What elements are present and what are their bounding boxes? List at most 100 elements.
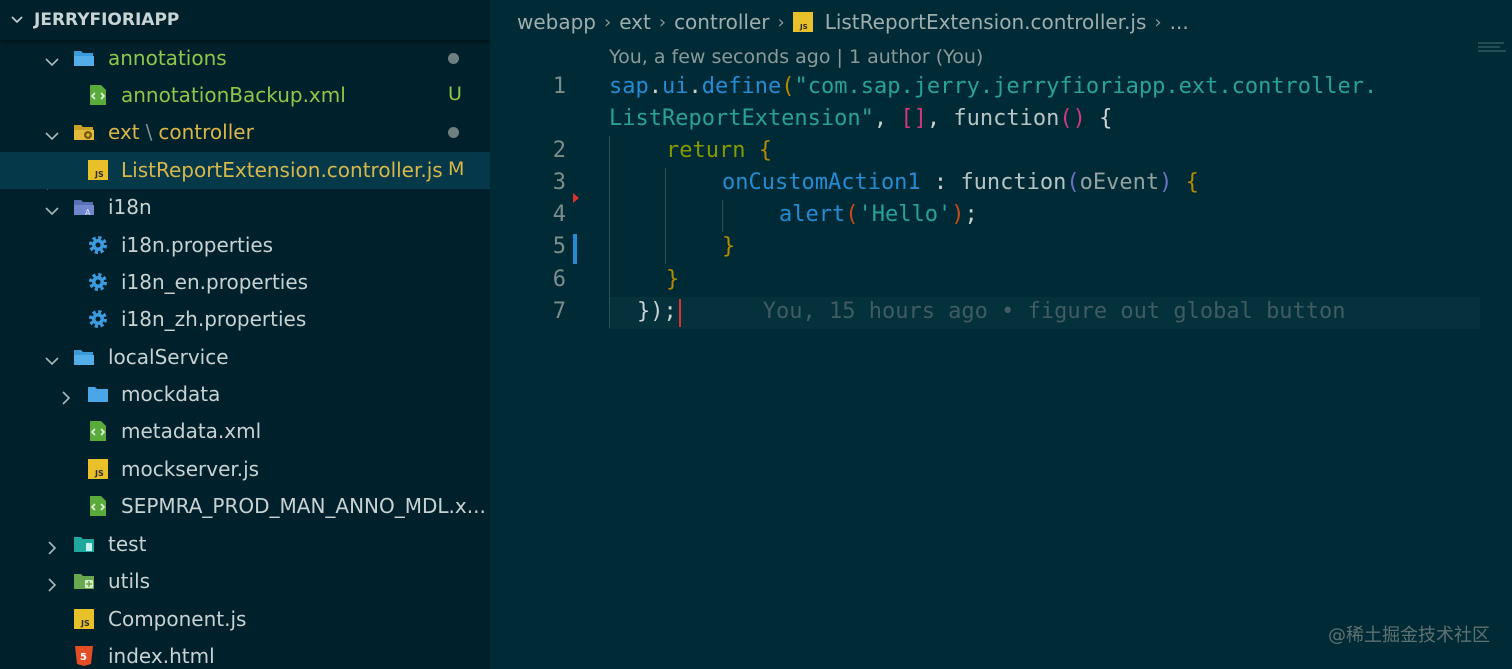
chevron-down-icon[interactable]: [10, 13, 24, 27]
breadcrumb-item[interactable]: controller: [674, 10, 769, 34]
chevron-right-icon[interactable]: [44, 537, 60, 555]
code-token: ): [951, 202, 965, 227]
tree-item-sepmra-xml[interactable]: SEPMRA_PROD_MAN_ANNO_MDL.x...: [0, 488, 490, 525]
tree-item-mockdata[interactable]: mockdata: [0, 376, 490, 413]
code-line-1b[interactable]: ListReportExtension", [], function() {: [609, 106, 1112, 131]
code-token: define: [701, 74, 782, 99]
line-number: 3: [552, 170, 566, 195]
explorer-header[interactable]: JERRYFIORIAPP: [0, 0, 490, 40]
folder-open-icon: [73, 346, 95, 368]
tree-item-i18n-zh-properties[interactable]: i18n_zh.properties: [0, 301, 490, 338]
code-line-4[interactable]: alert('Hello');: [609, 202, 978, 227]
breadcrumb-item[interactable]: webapp: [517, 10, 596, 34]
xml-file-icon: [87, 420, 109, 442]
tree-item-label: Component.js: [108, 607, 247, 631]
js-file-icon: JS: [87, 458, 109, 480]
svg-text:5: 5: [80, 652, 87, 663]
tree-item-label: i18n_en.properties: [121, 270, 309, 294]
tree-item-label: i18n: [108, 195, 152, 219]
gear-icon: [87, 271, 109, 293]
tree-item-utils[interactable]: utils: [0, 563, 490, 600]
breadcrumb-item[interactable]: ListReportExtension.controller.js: [825, 10, 1147, 34]
tree-item-component-js[interactable]: JS Component.js: [0, 601, 490, 638]
chevron-right-icon: ›: [777, 11, 785, 33]
tree-item-i18n[interactable]: A i18n: [0, 189, 490, 226]
line-number: 7: [552, 299, 566, 324]
minimap[interactable]: [1478, 38, 1508, 52]
folder-segment-ext: ext: [108, 120, 140, 144]
codelens-blame[interactable]: You, a few seconds ago | 1 author (You): [609, 46, 983, 68]
code-editor[interactable]: webapp › ext › controller › JS ListRepor…: [490, 0, 1512, 669]
code-token: function: [953, 106, 1060, 131]
js-file-icon: JS: [792, 12, 813, 32]
git-status-badge: U: [448, 83, 462, 105]
chevron-down-icon[interactable]: [44, 51, 60, 67]
code-line-1a[interactable]: sap.ui.define("com.sap.jerry.jerryfioria…: [609, 74, 1377, 99]
watermark: @稀土掘金技术社区: [1328, 625, 1490, 646]
line-number: 1: [552, 74, 566, 99]
tree-item-ext-controller[interactable]: ext \ controller: [0, 114, 490, 151]
code-token: (): [1059, 106, 1086, 131]
code-token: (: [845, 202, 859, 227]
folder-utils-icon: [73, 570, 95, 592]
chevron-down-icon[interactable]: [44, 200, 60, 216]
tree-item-label: localService: [108, 345, 229, 369]
chevron-right-icon: ›: [658, 11, 667, 33]
path-separator: \: [145, 120, 153, 144]
code-token: ;: [964, 202, 978, 227]
code-token: alert: [779, 202, 846, 227]
chevron-right-icon[interactable]: [58, 387, 74, 405]
folder-config-icon: [73, 121, 95, 143]
code-token: .: [688, 74, 702, 99]
breadcrumb-item[interactable]: ...: [1170, 10, 1189, 34]
explorer-title: JERRYFIORIAPP: [34, 10, 180, 30]
line-number: 6: [552, 267, 566, 292]
gear-icon: [87, 308, 109, 330]
code-token: ,: [873, 106, 901, 131]
code-token: {: [1085, 106, 1113, 131]
git-deleted-marker[interactable]: [573, 193, 579, 203]
tree-item-i18n-properties[interactable]: i18n.properties: [0, 227, 490, 264]
xml-file-icon: [87, 495, 109, 517]
code-token: onCustomAction1: [722, 170, 921, 195]
code-token: });: [637, 299, 677, 324]
code-line-6[interactable]: }: [609, 267, 679, 292]
git-status-badge: M: [448, 158, 465, 180]
tree-item-mockserver-js[interactable]: JS mockserver.js: [0, 451, 490, 488]
code-line-7[interactable]: }); You, 15 hours ago • figure out global…: [609, 299, 1346, 324]
tree-item-i18n-en-properties[interactable]: i18n_en.properties: [0, 264, 490, 301]
tree-item-listreportextension-js[interactable]: JS ListReportExtension.controller.js M: [0, 152, 490, 189]
tree-item-metadata-xml[interactable]: metadata.xml: [0, 413, 490, 450]
tree-item-test[interactable]: test: [0, 526, 490, 563]
code-line-5[interactable]: }: [609, 234, 735, 259]
xml-file-icon: [87, 84, 109, 106]
text-cursor: [679, 299, 681, 327]
gear-icon: [87, 234, 109, 256]
code-line-2[interactable]: return {: [609, 138, 772, 163]
tree-item-label: metadata.xml: [121, 419, 262, 443]
code-line-3[interactable]: onCustomAction1 : function(oEvent) {: [609, 170, 1199, 195]
folder-i18n-icon: A: [73, 196, 95, 218]
code-token: ListReportExtension": [609, 106, 874, 131]
code-token: ui: [662, 74, 689, 99]
tree-item-index-html[interactable]: 5 index.html: [0, 638, 490, 669]
tree-item-annotationbackup-xml[interactable]: annotationBackup.xml U: [0, 77, 490, 114]
line-number: 2: [552, 138, 566, 163]
breadcrumb-item[interactable]: ext: [619, 10, 651, 34]
modified-dot-icon: [448, 127, 459, 138]
js-file-icon: JS: [73, 608, 95, 630]
inline-git-blame: You, 15 hours ago • figure out global bu…: [762, 299, 1346, 324]
svg-text:JS: JS: [80, 619, 90, 628]
svg-text:A: A: [85, 208, 91, 217]
tree-item-localservice[interactable]: localService: [0, 339, 490, 376]
git-modified-marker[interactable]: [573, 234, 577, 264]
code-token: (: [1066, 170, 1080, 195]
breadcrumb: webapp › ext › controller › JS ListRepor…: [517, 8, 1189, 36]
tree-item-annotations[interactable]: annotations: [0, 40, 490, 77]
chevron-down-icon[interactable]: [44, 350, 60, 366]
tree-item-label: index.html: [108, 644, 215, 668]
code-token: .: [648, 74, 662, 99]
chevron-down-icon[interactable]: [44, 125, 60, 141]
folder-segment-controller: controller: [158, 120, 254, 144]
chevron-right-icon[interactable]: [44, 574, 60, 592]
